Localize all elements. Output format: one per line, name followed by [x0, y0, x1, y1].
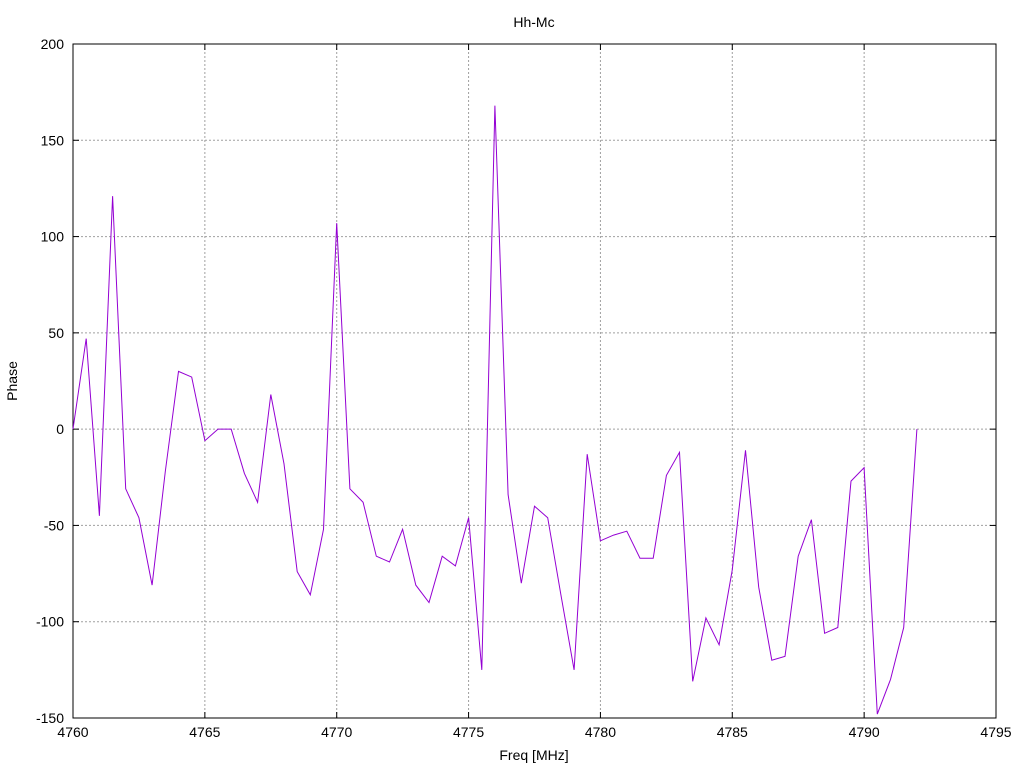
y-tick-label: -50 — [44, 517, 64, 533]
y-tick-label: 150 — [41, 132, 65, 148]
y-axis-label: Phase — [4, 361, 20, 401]
x-tick-label: 4785 — [717, 724, 748, 740]
phase-chart: -150-100-50050100150200 4760 4765 4770 4775… — [4, 14, 1012, 763]
phase-series-line — [72, 105, 918, 715]
grid — [73, 44, 996, 718]
y-tick-label: 0 — [56, 421, 64, 437]
x-tick-labels: 4760 4765 4770 4775 4780 4785 4790 4795 — [57, 724, 1011, 740]
x-tick-label: 4780 — [585, 724, 616, 740]
plot-border — [72, 43, 997, 719]
x-tick-label: 4790 — [849, 724, 880, 740]
x-tick-label: 4795 — [980, 724, 1011, 740]
x-tick-label: 4765 — [189, 724, 220, 740]
y-tick-label: 200 — [41, 36, 65, 52]
y-tick-label: -100 — [36, 614, 64, 630]
y-tick-label: 50 — [48, 325, 64, 341]
x-tick-label: 4770 — [321, 724, 352, 740]
x-axis-label: Freq [MHz] — [499, 747, 568, 763]
x-tick-label: 4775 — [453, 724, 484, 740]
y-tick-labels: -150-100-50050100150200 — [36, 36, 64, 726]
y-tick-label: 100 — [41, 229, 65, 245]
x-tick-label: 4760 — [57, 724, 88, 740]
chart-title: Hh-Mc — [513, 14, 554, 30]
ticks — [72, 43, 997, 719]
